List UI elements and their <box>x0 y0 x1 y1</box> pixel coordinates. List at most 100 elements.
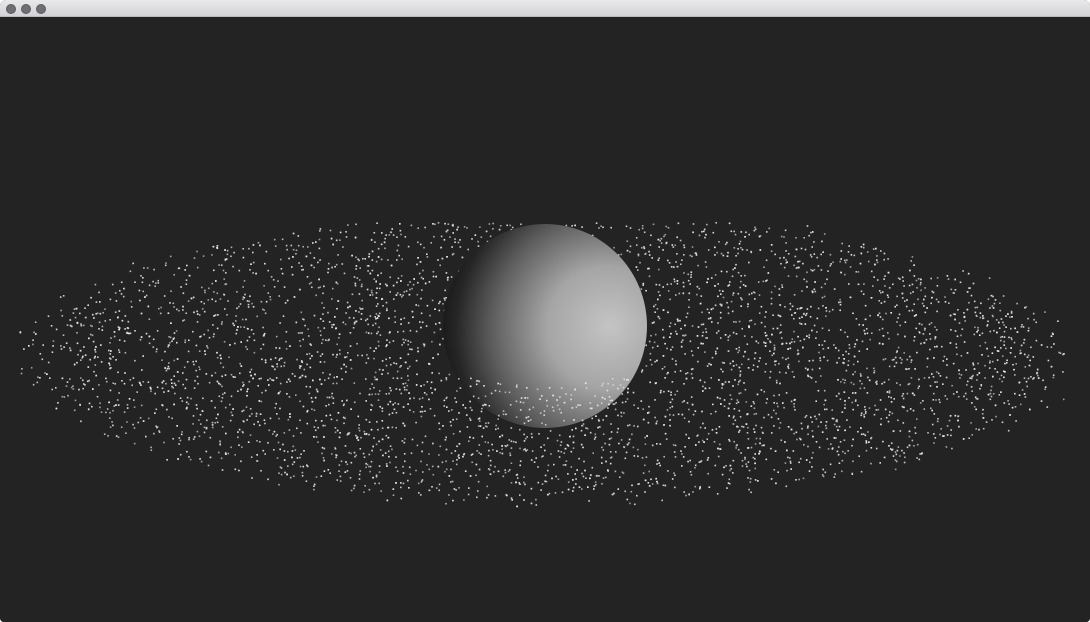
ring-particle <box>432 275 435 278</box>
ring-particle <box>948 302 950 304</box>
ring-particle <box>247 303 250 306</box>
ring-particle <box>744 351 746 353</box>
ring-particle <box>826 278 828 281</box>
ring-particle <box>644 436 646 439</box>
ring-particle <box>209 436 212 439</box>
ring-particle <box>375 260 378 263</box>
ring-particle <box>864 434 867 437</box>
ring-particle <box>407 367 409 370</box>
ring-particle <box>727 339 729 341</box>
ring-particle <box>913 303 915 305</box>
ring-particle <box>721 361 724 364</box>
ring-particle <box>249 408 252 410</box>
ring-particle <box>331 326 333 329</box>
ring-particle <box>308 335 310 337</box>
ring-particle <box>735 255 737 257</box>
ring-particle <box>445 502 447 505</box>
ring-particle <box>1002 321 1004 324</box>
ring-particle <box>126 421 128 423</box>
ring-particle <box>572 479 574 481</box>
ring-particle <box>509 452 511 455</box>
ring-particle <box>318 247 321 250</box>
ring-particle <box>292 435 295 437</box>
ring-particle <box>893 358 895 361</box>
ring-particle <box>377 274 379 277</box>
ring-particle <box>934 381 936 383</box>
ring-particle <box>407 340 410 342</box>
ring-particle <box>747 305 749 308</box>
ring-particle <box>918 458 921 461</box>
ring-particle <box>712 307 714 310</box>
ring-particle <box>674 244 676 247</box>
ring-particle <box>954 313 956 316</box>
scene-canvas[interactable] <box>0 17 1090 622</box>
ring-particle <box>604 442 606 445</box>
ring-particle <box>330 418 333 421</box>
ring-particle <box>764 342 767 344</box>
ring-particle <box>129 332 132 335</box>
ring-particle <box>353 382 356 384</box>
ring-particle <box>225 258 228 260</box>
ring-particle <box>897 333 899 336</box>
ring-particle <box>399 388 401 391</box>
zoom-button[interactable] <box>36 4 46 14</box>
ring-particle <box>626 249 629 252</box>
ring-particle <box>732 365 735 367</box>
ring-particle <box>417 257 419 259</box>
ring-particle <box>992 295 994 298</box>
ring-particle <box>99 312 102 315</box>
ring-particle <box>960 334 962 337</box>
ring-particle <box>299 367 301 369</box>
ring-particle <box>777 471 779 473</box>
ring-particle <box>813 253 816 255</box>
ring-particle <box>389 291 391 293</box>
ring-particle <box>408 365 411 368</box>
ring-particle <box>866 251 869 253</box>
ring-particle <box>228 356 230 359</box>
ring-particle <box>421 406 423 408</box>
ring-particle <box>404 236 407 238</box>
ring-particle <box>75 308 78 310</box>
ring-particle <box>1027 377 1030 380</box>
ring-particle <box>752 369 754 371</box>
ring-particle <box>338 333 341 335</box>
ring-particle <box>623 378 625 381</box>
ring-particle <box>502 410 505 412</box>
ring-particle <box>486 496 488 499</box>
ring-particle <box>428 363 431 365</box>
ring-particle <box>417 482 420 485</box>
close-button[interactable] <box>6 4 16 14</box>
ring-particle <box>183 366 186 369</box>
ring-particle <box>848 283 850 285</box>
ring-particle <box>297 235 300 237</box>
ring-particle <box>891 412 894 415</box>
ring-particle <box>426 381 429 383</box>
ring-particle <box>913 264 915 266</box>
ring-particle <box>924 311 927 314</box>
ring-particle <box>891 448 894 451</box>
ring-particle <box>440 379 443 382</box>
ring-particle <box>894 459 897 461</box>
ring-particle <box>694 464 697 467</box>
minimize-button[interactable] <box>21 4 31 14</box>
ring-particle <box>999 336 1002 339</box>
ring-particle <box>836 450 839 453</box>
ring-particle <box>683 383 685 385</box>
ring-particle <box>251 477 253 479</box>
ring-particle <box>1025 380 1028 383</box>
ring-particle <box>461 256 464 259</box>
ring-particle <box>825 307 827 309</box>
ring-particle <box>917 387 919 390</box>
3d-viewport[interactable] <box>0 17 1090 622</box>
ring-particle <box>509 454 512 457</box>
ring-particle <box>366 463 369 466</box>
sphere[interactable] <box>443 224 647 428</box>
ring-particle <box>378 368 381 371</box>
ring-particle <box>250 374 252 377</box>
ring-particle <box>933 357 935 359</box>
ring-particle <box>294 449 297 451</box>
title-bar[interactable] <box>0 0 1090 17</box>
ring-particle <box>1044 311 1046 313</box>
ring-particle <box>770 416 773 419</box>
ring-particle <box>163 295 166 297</box>
